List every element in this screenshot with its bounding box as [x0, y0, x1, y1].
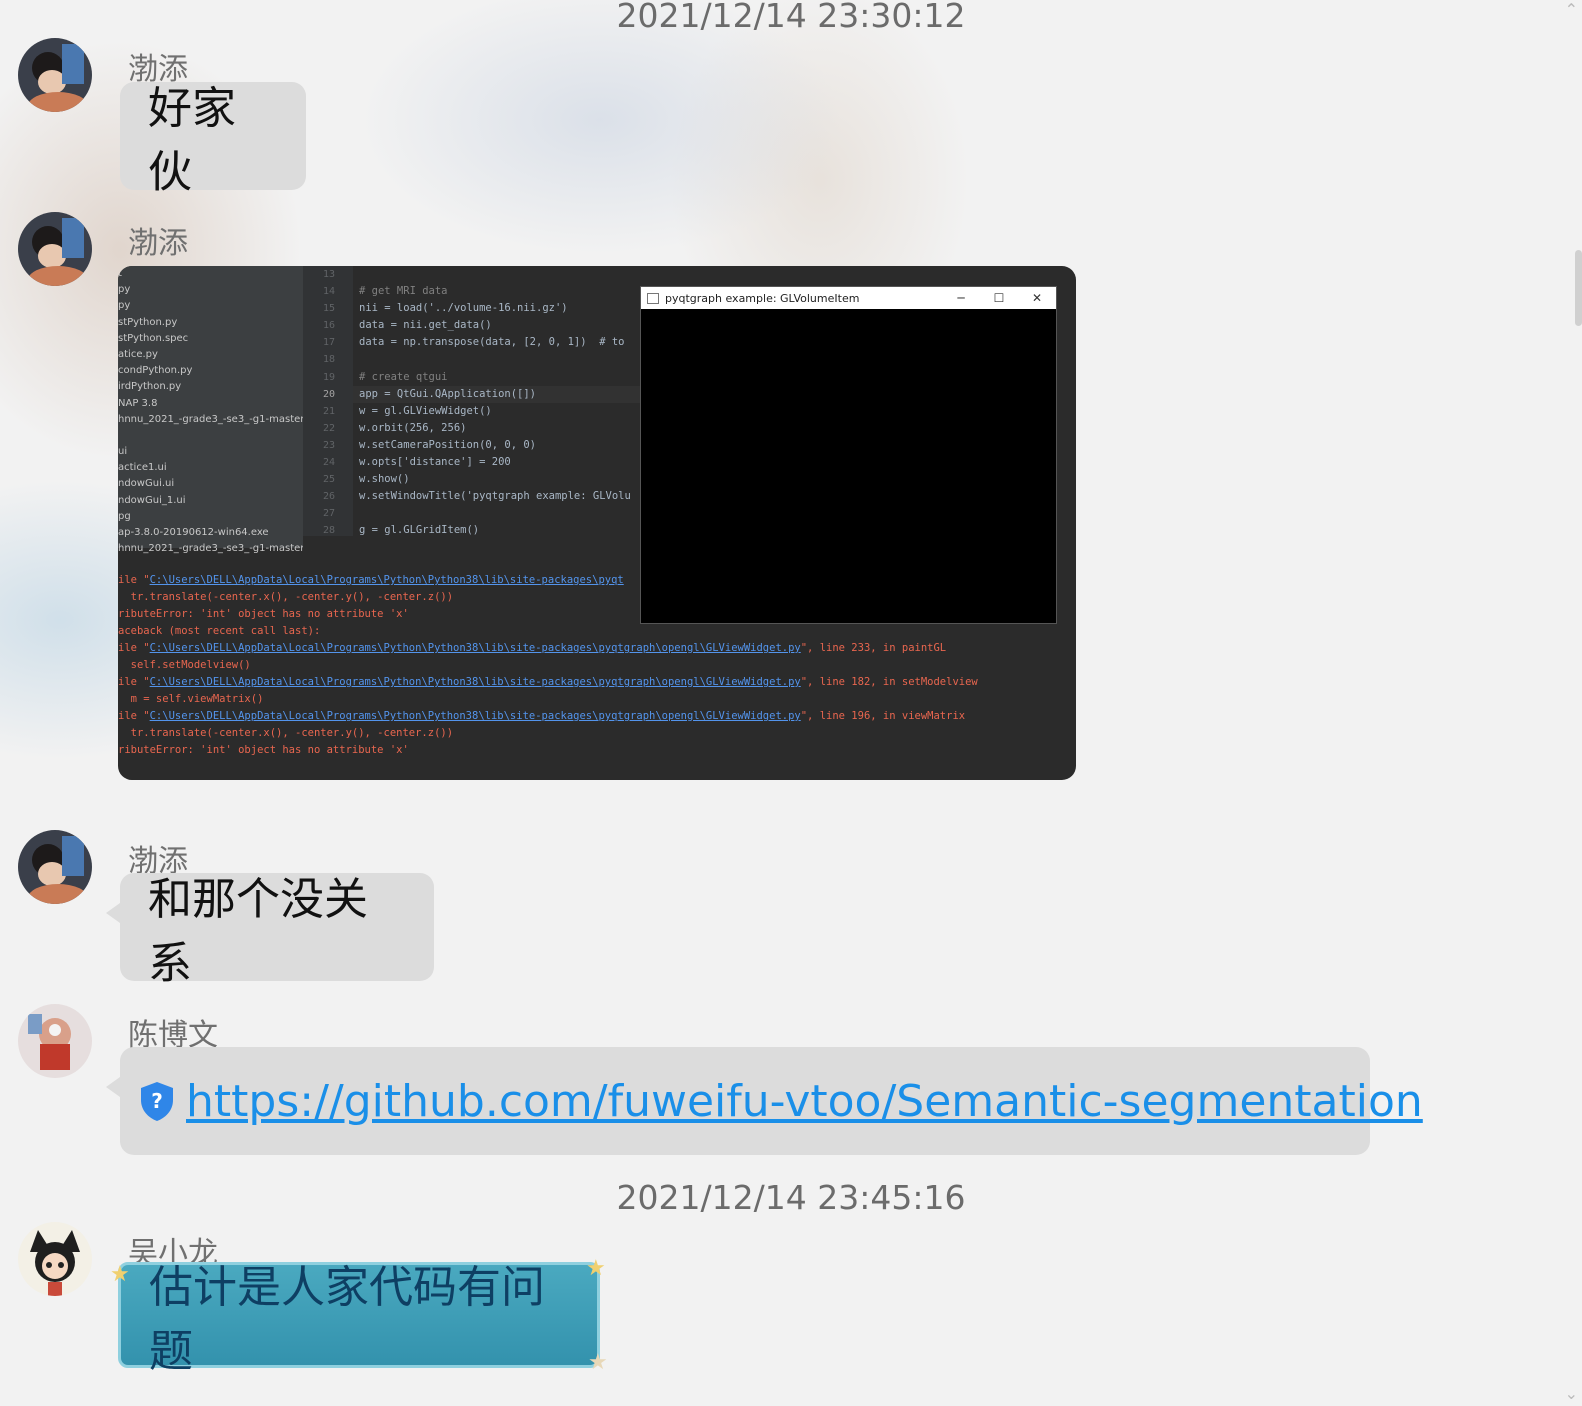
star-icon: ★ [588, 1350, 608, 1375]
line-number: 25 [322, 474, 335, 486]
console-line: aceback (most recent call last): [118, 623, 1076, 640]
console-text: self.setModelview() [118, 659, 251, 671]
line-number: 17 [322, 337, 335, 349]
file-item: ui [118, 446, 128, 458]
file-item: py [118, 300, 131, 312]
file-item: hnnu_2021_-grade3_-se3_-g1-master.zip [118, 543, 303, 555]
file-item: stPython.spec [118, 332, 189, 344]
console-text: m = self.viewMatrix() [118, 693, 264, 705]
file-item: NAP 3.8 [118, 397, 158, 409]
minimize-icon: ─ [957, 291, 965, 305]
file-path-link: C:\Users\DELL\AppData\Local\Programs\Pyt… [149, 574, 624, 586]
scroll-up-icon[interactable]: ⌃ [1565, 0, 1578, 19]
timestamp: 2021/12/14 23:45:16 [616, 1178, 966, 1217]
line-number: 23 [322, 439, 335, 451]
pyqtgraph-window: pyqtgraph example: GLVolumeItem ─ ☐ ✕ [640, 286, 1057, 624]
line-number: 27 [322, 508, 335, 520]
bubble-tail [106, 1077, 120, 1097]
file-item: ndowGui_1.ui [118, 494, 186, 506]
window-titlebar: pyqtgraph example: GLVolumeItem ─ ☐ ✕ [641, 287, 1056, 309]
window-title: pyqtgraph example: GLVolumeItem [665, 291, 860, 305]
line-number: 18 [322, 354, 335, 366]
console-text: ile " [118, 574, 150, 586]
line-number: 24 [322, 457, 335, 469]
file-item: py [118, 284, 131, 296]
file-path-link: C:\Users\DELL\AppData\Local\Programs\Pyt… [149, 710, 801, 722]
message-text: 好家伙 [148, 83, 236, 198]
console-text: aceback (most recent call last): [118, 625, 321, 637]
line-number: 14 [322, 286, 335, 298]
svg-text:?: ? [151, 1089, 163, 1113]
line-number: 28 [322, 525, 335, 537]
line-number: 26 [322, 491, 335, 503]
file-item: atice.py [118, 348, 158, 360]
avatar[interactable] [18, 1222, 92, 1296]
maximize-icon: ☐ [993, 291, 1005, 305]
line-number: 13 [322, 269, 335, 280]
close-icon: ✕ [1031, 291, 1043, 305]
scrollbar-thumb[interactable] [1575, 250, 1582, 326]
line-number: 22 [322, 422, 335, 434]
console-text: tr.translate(-center.x(), -center.y(), -… [118, 727, 454, 739]
star-icon: ★ [586, 1256, 606, 1281]
console-line: ile "C:\Users\DELL\AppData\Local\Program… [118, 640, 1076, 657]
app-icon [647, 292, 659, 304]
console-text: ", line 233, in paintGL [800, 642, 947, 654]
console-line: ile "C:\Users\DELL\AppData\Local\Program… [118, 708, 1076, 725]
console-text: tr.translate(-center.x(), -center.y(), -… [118, 591, 454, 603]
line-number-gutter: 13 14 15 16 17 18 19 20 21 22 23 24 25 2… [303, 266, 353, 536]
message-text: 和那个没关系 [148, 874, 368, 989]
themed-message-bubble[interactable]: 估计是人家代码有问题 [118, 1262, 600, 1377]
file-item: condPython.py [118, 365, 193, 377]
file-item: pg [118, 510, 131, 522]
url-link[interactable]: https://github.com/fuweifu-vtoo/Semantic… [186, 1076, 1423, 1127]
file-item: stPython.py [118, 316, 178, 328]
project-file-tree: t py py stPython.py stPython.spec atice.… [118, 266, 303, 554]
message-bubble[interactable]: 好家伙 [120, 82, 306, 198]
message-bubble[interactable]: 和那个没关系 [106, 873, 434, 989]
file-item: ndowGui.ui [118, 478, 175, 490]
link-message-bubble[interactable]: ? https://github.com/fuweifu-vtoo/Semant… [106, 1047, 1423, 1155]
scroll-down-icon[interactable]: ⌄ [1565, 1384, 1578, 1403]
line-number: 15 [322, 303, 335, 315]
timestamp: 2021/12/14 23:30:12 [616, 0, 966, 35]
line-number: 16 [322, 320, 335, 332]
console-line: ributeError: 'int' object has no attribu… [118, 742, 1076, 759]
console-text: ile " [118, 710, 150, 722]
file-item: actice1.ui [118, 462, 167, 474]
console-line: m = self.viewMatrix() [118, 691, 1076, 708]
console-text: ributeError: 'int' object has no attribu… [118, 744, 409, 756]
line-number: 21 [322, 405, 335, 417]
file-item [118, 428, 303, 444]
line-number: 20 [322, 388, 335, 400]
avatar[interactable] [18, 830, 92, 904]
file-path-link: C:\Users\DELL\AppData\Local\Programs\Pyt… [149, 642, 801, 654]
console-line: ile "C:\Users\DELL\AppData\Local\Program… [118, 674, 1076, 691]
file-path-link: C:\Users\DELL\AppData\Local\Programs\Pyt… [149, 676, 801, 688]
console-line: tr.translate(-center.x(), -center.y(), -… [118, 725, 1076, 742]
console-text: ributeError: 'int' object has no attribu… [118, 608, 409, 620]
image-message[interactable]: t py py stPython.py stPython.spec atice.… [118, 266, 1076, 780]
file-item: t [118, 268, 122, 279]
file-item: ap-3.8.0-20190612-win64.exe [118, 527, 269, 538]
star-icon: ★ [110, 1262, 130, 1287]
avatar[interactable] [18, 38, 92, 112]
file-item: hnnu_2021_-grade3_-se3_-g1-master [118, 413, 303, 425]
console-text: ile " [118, 676, 150, 688]
console-text: ile " [118, 642, 150, 654]
bubble-tail [106, 903, 120, 923]
console-line: self.setModelview() [118, 657, 1076, 674]
message-text: 估计是人家代码有问题 [149, 1262, 545, 1377]
shield-question-icon: ? [141, 1082, 173, 1121]
file-item: irdPython.py [118, 381, 182, 393]
sender-name: 渤添 [128, 226, 188, 261]
line-number: 19 [322, 371, 335, 383]
avatar[interactable] [18, 212, 92, 286]
console-text: ", line 196, in viewMatrix [800, 710, 966, 722]
avatar[interactable] [18, 1004, 92, 1078]
console-text: ", line 182, in setModelview [800, 676, 978, 688]
